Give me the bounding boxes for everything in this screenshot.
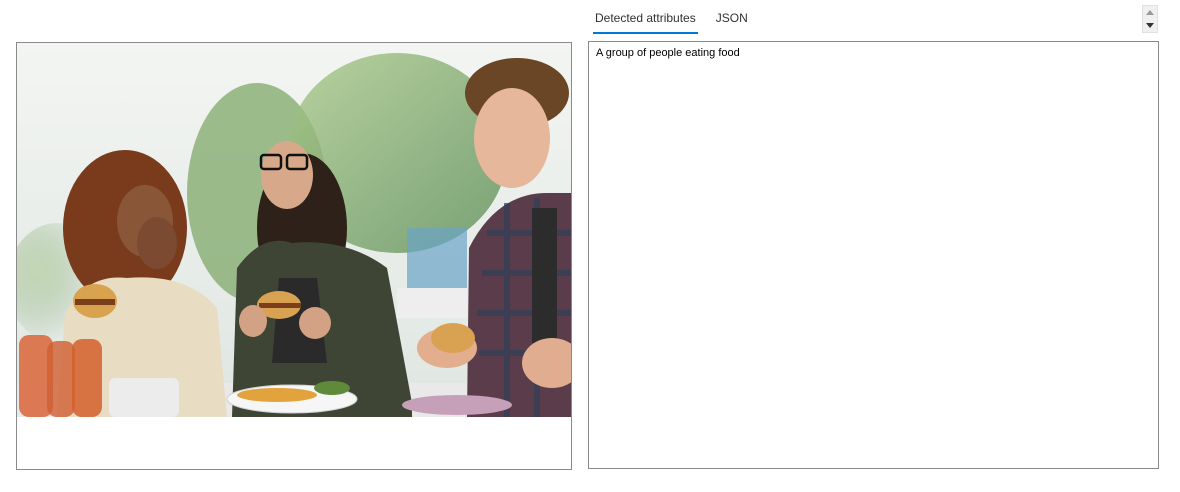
tab-detected-attributes[interactable]: Detected attributes <box>593 11 698 34</box>
triangle-down-icon[interactable] <box>1143 19 1157 32</box>
image-caption-text: A group of people eating food <box>596 47 740 59</box>
triangle-up-icon[interactable] <box>1143 6 1157 19</box>
detected-attributes-panel: A group of people eating food <box>588 41 1159 469</box>
scroll-control <box>1142 5 1158 33</box>
analysis-page: Detected attributes JSON A group of peop… <box>0 0 1180 492</box>
image-preview-panel <box>16 42 572 470</box>
result-tabs: Detected attributes JSON <box>593 6 766 34</box>
tab-json[interactable]: JSON <box>716 11 748 34</box>
analyzed-photo <box>17 43 571 417</box>
